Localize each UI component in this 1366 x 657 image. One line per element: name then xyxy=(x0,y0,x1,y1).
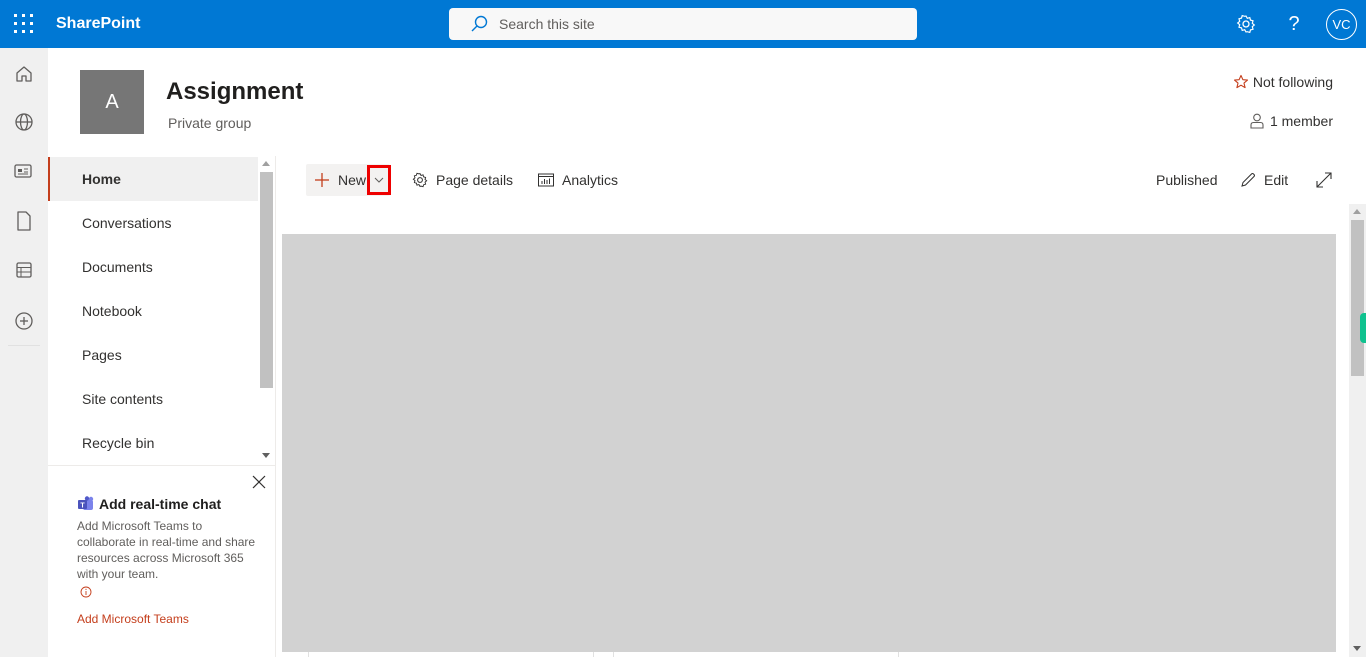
app-name[interactable]: SharePoint xyxy=(56,15,140,33)
scroll-down-arrow[interactable] xyxy=(262,453,270,458)
publish-status: Published xyxy=(1156,164,1218,196)
nav-item-pages[interactable]: Pages xyxy=(48,333,258,377)
site-title[interactable]: Assignment xyxy=(166,78,303,106)
teams-promo-heading: Add real-time chat xyxy=(99,496,222,512)
home-icon[interactable] xyxy=(12,62,36,86)
document-icon[interactable] xyxy=(12,209,36,233)
scroll-thumb[interactable] xyxy=(260,172,273,388)
news-icon[interactable] xyxy=(12,159,36,183)
nav-item-home[interactable]: Home xyxy=(48,157,258,201)
app-bar xyxy=(0,48,48,657)
rail-divider xyxy=(8,345,40,346)
new-dropdown-button[interactable] xyxy=(367,165,391,195)
publish-status-label: Published xyxy=(1156,172,1218,188)
members-label: 1 member xyxy=(1269,113,1333,129)
scroll-thumb[interactable] xyxy=(1351,220,1364,376)
teams-promo-panel: T Add real-time chat Add Microsoft Teams… xyxy=(48,466,275,657)
news-card-edge xyxy=(308,652,594,657)
person-icon xyxy=(1250,113,1264,129)
site-logo[interactable]: A xyxy=(80,70,144,134)
info-icon[interactable] xyxy=(80,586,92,598)
page-details-button[interactable]: Page details xyxy=(412,164,513,196)
expand-button[interactable] xyxy=(1316,164,1332,196)
nav-item-notebook[interactable]: Notebook xyxy=(48,289,258,333)
members-button[interactable]: 1 member xyxy=(1250,113,1333,129)
edit-button[interactable]: Edit xyxy=(1240,164,1288,196)
analytics-label: Analytics xyxy=(562,172,619,188)
suite-header: SharePoint ? VC xyxy=(0,0,1366,48)
teams-icon: T xyxy=(78,496,94,510)
star-icon xyxy=(1233,74,1248,89)
globe-icon[interactable] xyxy=(12,110,36,134)
search-icon xyxy=(471,15,488,32)
waffle-icon[interactable] xyxy=(14,14,34,34)
edit-label: Edit xyxy=(1264,172,1289,188)
teams-promo-description: Add Microsoft Teams to collaborate in re… xyxy=(77,519,256,581)
nav-item-recycle-bin[interactable]: Recycle bin xyxy=(48,421,258,465)
add-circle-icon[interactable] xyxy=(12,309,36,333)
analytics-icon xyxy=(538,173,554,187)
scroll-down-arrow[interactable] xyxy=(1353,646,1361,651)
gear-icon xyxy=(412,172,428,188)
list-icon[interactable] xyxy=(12,258,36,282)
expand-icon xyxy=(1316,172,1332,188)
plus-icon xyxy=(315,173,329,187)
site-privacy: Private group xyxy=(168,115,252,131)
main-scrollbar[interactable] xyxy=(1349,204,1366,657)
scroll-up-arrow[interactable] xyxy=(1353,209,1361,214)
nav-border xyxy=(275,156,276,657)
feedback-tab[interactable] xyxy=(1360,313,1366,343)
follow-label: Not following xyxy=(1252,74,1333,90)
teams-promo-title: T Add real-time chat xyxy=(77,496,221,512)
site-navigation: Home Conversations Documents Notebook Pa… xyxy=(48,156,275,466)
settings-gear-icon[interactable] xyxy=(1234,12,1258,36)
pencil-icon xyxy=(1241,173,1255,187)
search-box[interactable] xyxy=(449,8,917,40)
add-teams-link[interactable]: Add Microsoft Teams xyxy=(77,612,189,626)
chevron-down-icon xyxy=(374,177,384,183)
new-label: New xyxy=(338,172,367,188)
user-avatar[interactable]: VC xyxy=(1326,9,1357,40)
hero-image-placeholder[interactable] xyxy=(282,234,1336,652)
page-details-label: Page details xyxy=(436,172,514,188)
help-icon[interactable]: ? xyxy=(1282,12,1306,36)
nav-item-documents[interactable]: Documents xyxy=(48,245,258,289)
nav-scrollbar[interactable] xyxy=(258,156,275,466)
news-card-edge xyxy=(613,652,899,657)
close-icon[interactable] xyxy=(251,474,267,490)
svg-text:T: T xyxy=(80,503,85,510)
analytics-button[interactable]: Analytics xyxy=(538,164,618,196)
nav-item-site-contents[interactable]: Site contents xyxy=(48,377,258,421)
follow-button[interactable]: Not following xyxy=(1233,74,1333,90)
scroll-up-arrow[interactable] xyxy=(262,161,270,166)
nav-item-conversations[interactable]: Conversations xyxy=(48,201,258,245)
search-input[interactable] xyxy=(499,16,879,32)
